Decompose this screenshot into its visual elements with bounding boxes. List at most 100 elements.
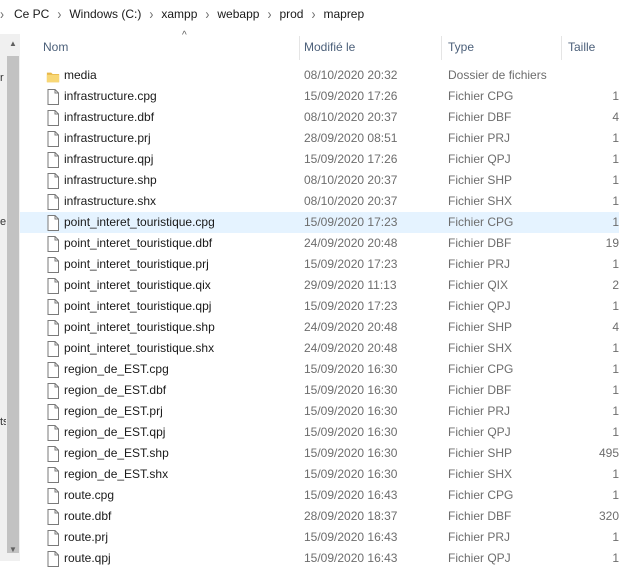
- file-size: 495: [598, 446, 619, 460]
- file-row[interactable]: point_interet_touristique.cpg 15/09/2020 …: [20, 212, 619, 233]
- file-icon: [47, 341, 59, 357]
- file-name: infrastructure.dbf: [64, 110, 155, 124]
- chevron-right-icon[interactable]: ›: [149, 6, 153, 23]
- file-type: Fichier PRJ: [448, 530, 511, 544]
- file-type: Fichier CPG: [448, 215, 514, 229]
- file-icon: [47, 278, 59, 294]
- column-divider[interactable]: [441, 36, 442, 60]
- file-size: 1: [612, 257, 619, 271]
- breadcrumb: › Ce PC › Windows (C:) › xampp › webapp …: [0, 0, 619, 28]
- file-size: 1: [612, 131, 619, 145]
- file-type: Fichier PRJ: [448, 131, 511, 145]
- file-size: [539, 65, 619, 86]
- file-type: Fichier SHP: [448, 446, 513, 460]
- breadcrumb-item-xampp[interactable]: xampp: [161, 7, 197, 21]
- file-row[interactable]: route.cpg 15/09/2020 16:43 Fichier CPG 1: [20, 485, 619, 506]
- column-header-size-label: Taille: [568, 40, 596, 54]
- file-row[interactable]: infrastructure.shp 08/10/2020 20:37 Fichie…: [20, 170, 619, 191]
- column-header-size[interactable]: Taille: [564, 34, 619, 62]
- breadcrumb-item-prod[interactable]: prod: [279, 7, 303, 21]
- file-name: infrastructure.qpj: [64, 152, 154, 166]
- file-name: point_interet_touristique.shx: [64, 341, 215, 355]
- file-type: Fichier QPJ: [448, 425, 511, 439]
- file-row[interactable]: region_de_EST.shx 15/09/2020 16:30 Fichier…: [20, 464, 619, 485]
- navigation-pane: r el ts ▲ ▼: [0, 34, 20, 561]
- file-modified-date: 29/09/2020 11:13: [304, 278, 397, 292]
- file-modified-date: 15/09/2020 16:30: [304, 467, 398, 481]
- file-row[interactable]: route.dbf 28/09/2020 18:37 Fichier DBF 320: [20, 506, 619, 527]
- file-modified-date: 15/09/2020 17:26: [304, 89, 398, 103]
- file-name: route.dbf: [64, 509, 112, 523]
- file-size: 1: [612, 173, 619, 187]
- file-row[interactable]: route.prj 15/09/2020 16:43 Fichier PRJ 1: [20, 527, 619, 548]
- file-name: point_interet_touristique.qpj: [64, 299, 212, 313]
- file-name: region_de_EST.shx: [64, 467, 169, 481]
- file-type: Fichier DBF: [448, 509, 512, 523]
- file-row[interactable]: region_de_EST.shp 15/09/2020 16:30 Fichier…: [20, 443, 619, 464]
- file-modified-date: 28/09/2020 08:51: [304, 131, 398, 145]
- file-icon: [47, 215, 59, 231]
- file-row[interactable]: point_interet_touristique.shx 24/09/2020 …: [20, 338, 619, 359]
- file-row[interactable]: infrastructure.prj 28/09/2020 08:51 Fichie…: [20, 128, 619, 149]
- file-name: point_interet_touristique.cpg: [64, 215, 215, 229]
- scroll-down-arrow-icon[interactable]: ▼: [7, 544, 19, 556]
- file-size: 1: [612, 299, 619, 313]
- file-size: 19: [605, 236, 619, 250]
- breadcrumb-item-this-pc[interactable]: Ce PC: [14, 7, 49, 21]
- file-name: route.prj: [64, 530, 109, 544]
- file-modified-date: 28/09/2020 18:37: [304, 509, 398, 523]
- breadcrumb-item-maprep[interactable]: maprep: [323, 7, 364, 21]
- file-row[interactable]: region_de_EST.qpj 15/09/2020 16:30 Fichier…: [20, 422, 619, 443]
- file-modified-date: 24/09/2020 20:48: [304, 236, 398, 250]
- column-header-type[interactable]: Type: [444, 34, 562, 62]
- file-row[interactable]: point_interet_touristique.dbf 24/09/2020 …: [20, 233, 619, 254]
- file-type: Dossier de fichiers: [448, 68, 547, 82]
- file-row[interactable]: region_de_EST.prj 15/09/2020 16:30 Fichier…: [20, 401, 619, 422]
- file-row[interactable]: point_interet_touristique.shp 24/09/2020 …: [20, 317, 619, 338]
- file-icon: [47, 236, 59, 252]
- column-header-name[interactable]: Nom: [39, 34, 299, 62]
- file-icon: [47, 299, 59, 315]
- breadcrumb-item-webapp[interactable]: webapp: [217, 7, 259, 21]
- breadcrumb-item-drive[interactable]: Windows (C:): [69, 7, 141, 21]
- file-row[interactable]: point_interet_touristique.prj 15/09/2020 …: [20, 254, 619, 275]
- file-row[interactable]: infrastructure.qpj 15/09/2020 17:26 Fichie…: [20, 149, 619, 170]
- file-modified-date: 08/10/2020 20:37: [304, 173, 398, 187]
- column-header-modified-label: Modifié le: [304, 40, 356, 54]
- file-modified-date: 08/10/2020 20:37: [304, 194, 398, 208]
- file-row[interactable]: point_interet_touristique.qpj 15/09/2020 …: [20, 296, 619, 317]
- file-modified-date: 15/09/2020 16:43: [304, 488, 398, 502]
- file-type: Fichier SHX: [448, 194, 513, 208]
- file-row[interactable]: infrastructure.dbf 08/10/2020 20:37 Fichie…: [20, 107, 619, 128]
- file-type: Fichier DBF: [448, 236, 512, 250]
- file-size: 1: [612, 467, 619, 481]
- file-name: region_de_EST.shp: [64, 446, 169, 460]
- file-type: Fichier CPG: [448, 488, 514, 502]
- file-row[interactable]: media 08/10/2020 20:32 Dossier de fichiers: [20, 65, 619, 86]
- file-size: 2: [612, 278, 619, 292]
- file-row[interactable]: infrastructure.shx 08/10/2020 20:37 Fichie…: [20, 191, 619, 212]
- file-modified-date: 08/10/2020 20:32: [304, 68, 398, 82]
- file-row[interactable]: point_interet_touristique.qix 29/09/2020 …: [20, 275, 619, 296]
- file-list: media 08/10/2020 20:32 Dossier de fichiers…: [20, 65, 619, 569]
- file-size: 320: [598, 509, 619, 523]
- file-row[interactable]: route.qpj 15/09/2020 16:43 Fichier QPJ 1: [20, 548, 619, 569]
- chevron-right-icon[interactable]: ›: [311, 6, 315, 23]
- file-row[interactable]: region_de_EST.cpg 15/09/2020 16:30 Fichier…: [20, 359, 619, 380]
- chevron-right-icon[interactable]: ›: [267, 6, 271, 23]
- file-size: 1: [612, 215, 619, 229]
- file-row[interactable]: region_de_EST.dbf 15/09/2020 16:30 Fichier…: [20, 380, 619, 401]
- file-row[interactable]: infrastructure.cpg 15/09/2020 17:26 Fichie…: [20, 86, 619, 107]
- nav-scrollbar-thumb[interactable]: [7, 56, 19, 553]
- file-size: 1: [612, 89, 619, 103]
- column-divider[interactable]: [561, 36, 562, 60]
- scroll-up-arrow-icon[interactable]: ▲: [7, 38, 19, 50]
- chevron-right-icon[interactable]: ›: [57, 6, 61, 23]
- file-name: region_de_EST.prj: [64, 404, 163, 418]
- file-type: Fichier DBF: [448, 383, 512, 397]
- column-header-modified[interactable]: Modifié le: [300, 34, 442, 62]
- file-modified-date: 15/09/2020 17:23: [304, 299, 398, 313]
- chevron-right-icon[interactable]: ›: [205, 6, 209, 23]
- file-icon: [47, 110, 59, 126]
- file-size: 4: [612, 320, 619, 334]
